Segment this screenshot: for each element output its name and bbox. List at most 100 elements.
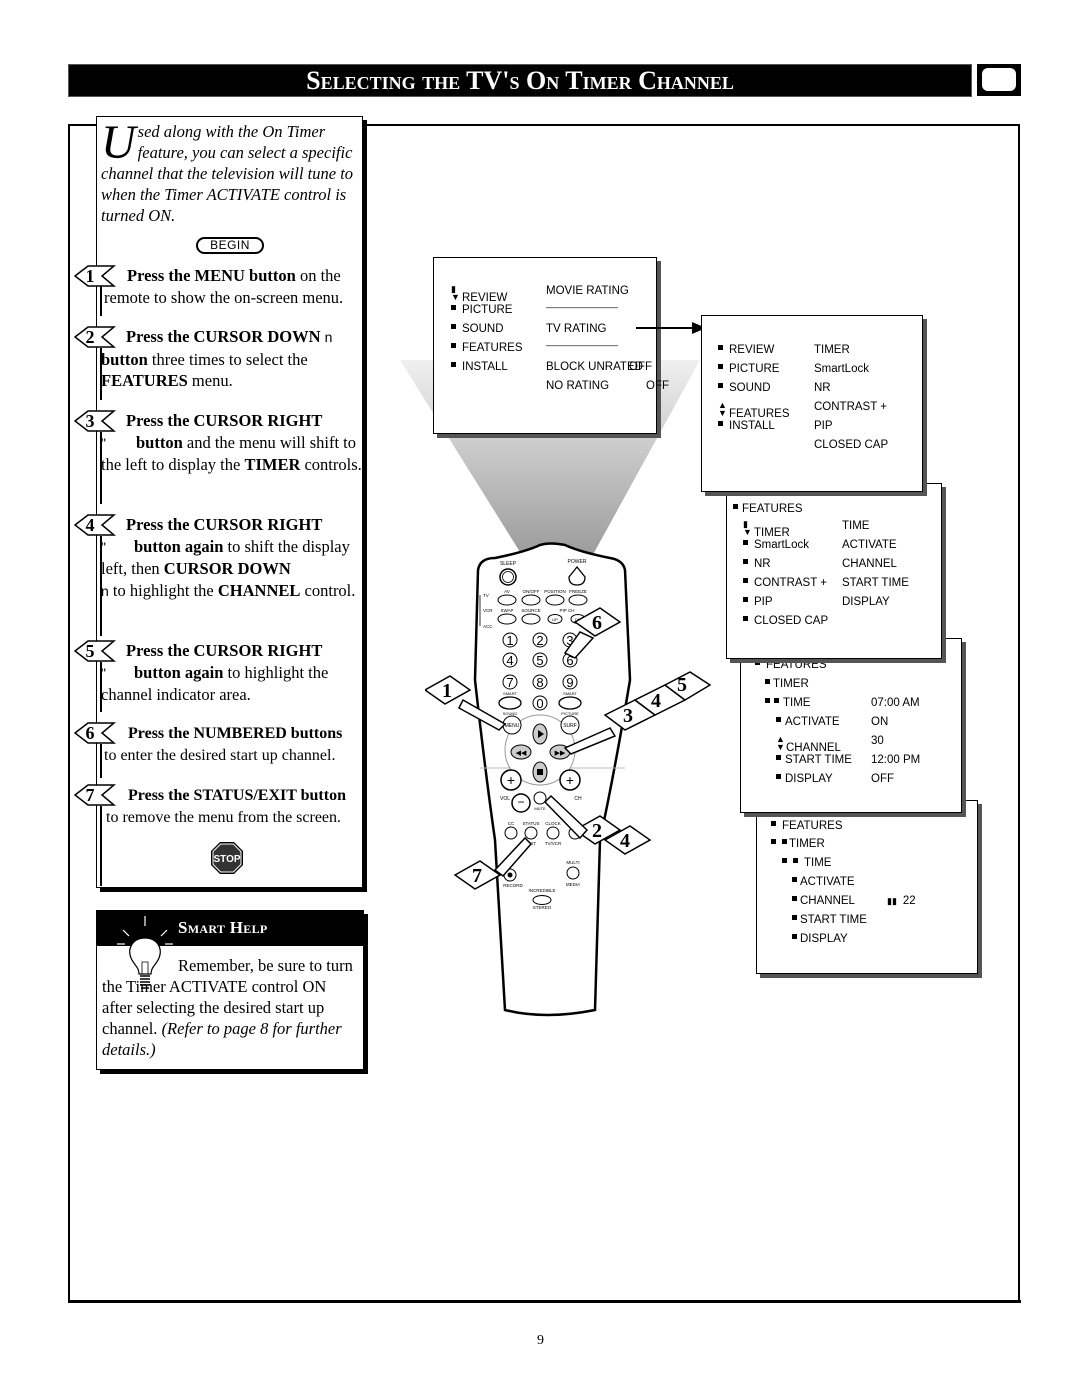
- menu-value: 30: [871, 735, 884, 747]
- menu-label: PICTURE: [729, 363, 780, 375]
- tvvcr-label: TV/VCR: [545, 841, 562, 846]
- callout-label: 5: [677, 674, 687, 696]
- stereo-label: STEREO: [533, 905, 552, 910]
- submenu-item: NO RATING: [546, 380, 610, 392]
- menu-item: ▮ ▼ REVIEW: [451, 285, 507, 305]
- power-label: POWER: [568, 559, 587, 565]
- bullet-icon: [718, 364, 723, 369]
- digit-2: 2: [536, 633, 543, 648]
- tv-label: TV: [483, 593, 489, 598]
- step-line: [100, 744, 102, 778]
- callout-label: 2: [592, 820, 602, 842]
- menu-item: ▲ ▼CHANNEL: [776, 734, 841, 755]
- sleep-label: SLEEP: [500, 561, 517, 567]
- menu-item: ACTIVATE: [776, 716, 840, 728]
- source-label: SOURCE: [521, 608, 540, 613]
- page-title: Selecting the TV's On Timer Channel: [306, 65, 734, 95]
- bullet-icon: [743, 540, 748, 545]
- menu-item: FEATURES: [755, 659, 827, 671]
- step-7: Press the STATUS/EXIT button to remove t…: [106, 785, 368, 828]
- bullet-icon: [792, 915, 797, 920]
- record-label: RECORD: [503, 883, 523, 888]
- divider: ————————: [546, 302, 618, 312]
- onoff-button: [521, 594, 541, 606]
- step-2: Press the CURSOR DOWN n button three tim…: [101, 326, 363, 392]
- step-text: three times to select the: [147, 349, 308, 369]
- menu-item: CONTRAST +: [743, 577, 827, 589]
- features-menu-screen: REVIEW PICTURE SOUND ▲ ▼ FEATURES INSTALL …: [701, 315, 923, 492]
- bullet-icon: [451, 305, 456, 310]
- svg-text:◀◀: ◀◀: [516, 750, 527, 757]
- step-3: Press the CURSOR RIGHT " button and the m…: [101, 410, 363, 476]
- smart-picture-sublabel: PICTURE: [561, 711, 579, 716]
- step-bold: CURSOR DOWN: [163, 559, 291, 578]
- mute-label: MUTE: [534, 806, 546, 811]
- cursor-updown-icon: ▲ ▼: [776, 734, 785, 752]
- menu-item: SOUND: [451, 323, 504, 335]
- pip-up-label: UP: [552, 617, 558, 622]
- title-bar: Selecting the TV's On Timer Channel: [68, 64, 972, 97]
- av-label: AV: [504, 589, 510, 594]
- bullet-icon: [718, 383, 723, 388]
- menu-label: TIME: [783, 697, 811, 709]
- menu-value: ON: [871, 716, 889, 728]
- menu-item: DISPLAY: [776, 773, 833, 785]
- bullet-icon: [782, 839, 787, 844]
- onoff-label: ON/OFF: [523, 589, 540, 594]
- step-line: [100, 286, 102, 316]
- cursor-down-icon: n: [324, 329, 333, 345]
- menu-value: OFF: [871, 773, 894, 785]
- step-heading: Press the CURSOR RIGHT: [126, 411, 323, 430]
- step-heading: Press the MENU button: [127, 266, 296, 285]
- menu-item: REVIEW: [718, 344, 774, 356]
- menu-item: ACTIVATE: [792, 876, 855, 888]
- bullet-icon: [451, 324, 456, 329]
- step-6: Press the NUMBERED buttons to enter the …: [104, 723, 366, 766]
- main-menu-screen: ▮ ▼ REVIEW PICTURE SOUND FEATURES INSTALL …: [433, 257, 669, 434]
- step-text: controls.: [300, 455, 362, 474]
- smart-sound-button: [498, 696, 522, 710]
- callout-label: 7: [472, 865, 482, 887]
- submenu-item: DISPLAY: [842, 596, 890, 608]
- stop-label: STOP: [213, 854, 240, 865]
- svg-text:−: −: [517, 795, 524, 809]
- svg-text:▶▶: ▶▶: [555, 750, 566, 757]
- menu-item: TIME: [765, 697, 810, 709]
- menu-label: FEATURES: [462, 342, 523, 354]
- arrow-line: [636, 327, 696, 329]
- bullet-icon: [776, 717, 781, 722]
- menu-label: CLOSED CAP: [754, 615, 829, 627]
- menu-label: SmartLock: [754, 539, 809, 551]
- bullet-icon: [718, 421, 723, 426]
- frame-shadow: [68, 1300, 1021, 1303]
- cursor-right-icon: ▮▮: [887, 896, 897, 906]
- menu-item: FEATURES: [771, 820, 843, 832]
- step-heading: Press the CURSOR RIGHT: [126, 641, 323, 660]
- bullet-icon: [792, 877, 797, 882]
- submenu-item: TIMER: [814, 344, 850, 356]
- menu-label: FEATURES: [742, 503, 803, 515]
- menu-item: FEATURES: [733, 503, 803, 515]
- menu-item: TIME: [782, 857, 831, 869]
- source-button: [521, 613, 541, 625]
- menu-label: START TIME: [800, 914, 867, 926]
- step-heading: Press the CURSOR RIGHT: [126, 515, 323, 534]
- smart-help-title: Smart Help: [178, 918, 268, 937]
- menu-item: FEATURES: [451, 342, 523, 354]
- intro-text: sed along with the On Timer feature, you…: [101, 122, 354, 225]
- step-bold: button again: [133, 662, 224, 682]
- digit-0: 0: [536, 696, 543, 711]
- menu-label: CONTRAST +: [754, 577, 827, 589]
- surf-label: SURF: [563, 723, 577, 729]
- menu-label: INSTALL: [729, 420, 775, 432]
- step-bold: button again: [133, 536, 224, 556]
- menu-label: NR: [754, 558, 771, 570]
- page-number: 9: [537, 1333, 544, 1348]
- bullet-icon: [718, 345, 723, 350]
- menu-label: FEATURES: [782, 820, 843, 832]
- svg-text:+: +: [566, 772, 574, 788]
- menu-label: TIMER: [789, 838, 825, 850]
- bullet-icon: [451, 362, 456, 367]
- freeze-button: [568, 594, 588, 606]
- bullet-icon: [792, 896, 797, 901]
